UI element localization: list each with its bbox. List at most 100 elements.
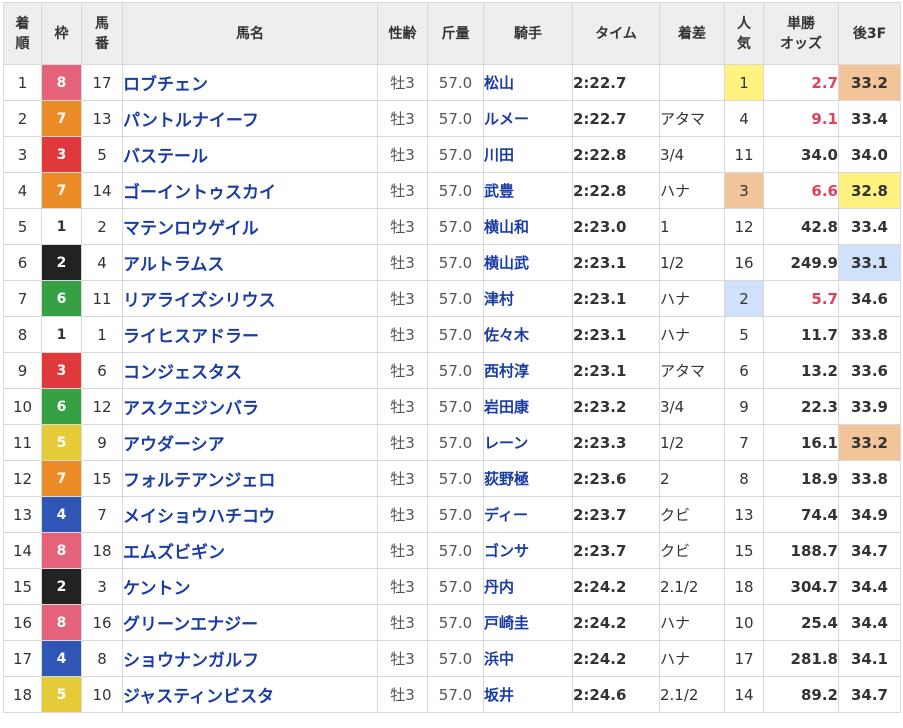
jockey-link[interactable]: 岩田康: [483, 388, 573, 425]
odds-cell: 2.7: [763, 64, 839, 101]
margin-cell: ハナ: [659, 316, 725, 353]
last3f-cell: 33.1: [838, 244, 901, 281]
jockey-link[interactable]: 西村淳: [483, 352, 573, 389]
waku-badge: 2: [41, 244, 82, 281]
header-odds-label: 単勝 オッズ: [780, 15, 822, 52]
weight-cell: 57.0: [427, 532, 484, 569]
header-popularity: 人 気: [724, 2, 764, 65]
horse-name-link[interactable]: アスクエジンバラ: [122, 388, 378, 425]
jockey-link[interactable]: 津村: [483, 280, 573, 317]
horse-name-link[interactable]: ケントン: [122, 568, 378, 605]
jockey-link[interactable]: 横山和: [483, 208, 573, 245]
popularity-cell: 9: [724, 388, 764, 425]
table-row: 5 1 2 マテンロウゲイル 牡3 57.0 横山和 2:23.0 1 12 42.8 33.4: [3, 208, 901, 245]
margin-cell: ハナ: [659, 604, 725, 641]
horse-name-link[interactable]: パントルナイーフ: [122, 100, 378, 137]
margin-cell: アタマ: [659, 352, 725, 389]
popularity-cell: 12: [724, 208, 764, 245]
sex-age-cell: 牡3: [377, 460, 428, 497]
margin-cell: 3/4: [659, 136, 725, 173]
jockey-link[interactable]: 川田: [483, 136, 573, 173]
sex-age-cell: 牡3: [377, 640, 428, 677]
header-margin: 着差: [659, 2, 725, 65]
horse-name-link[interactable]: ジャスティンビスタ: [122, 676, 378, 713]
last3f-cell: 34.4: [838, 604, 901, 641]
header-umaban-label: 馬 番: [95, 15, 109, 52]
header-weight-label: 斤量: [441, 25, 470, 42]
horse-name-link[interactable]: アルトラムス: [122, 244, 378, 281]
weight-cell: 57.0: [427, 568, 484, 605]
margin-cell: 2: [659, 460, 725, 497]
horse-name-link[interactable]: グリーンエナジー: [122, 604, 378, 641]
jockey-link[interactable]: ディー: [483, 496, 573, 533]
rank-cell: 5: [3, 208, 42, 245]
jockey-link[interactable]: 浜中: [483, 640, 573, 677]
weight-cell: 57.0: [427, 496, 484, 533]
horse-name-link[interactable]: エムズビギン: [122, 532, 378, 569]
popularity-cell: 13: [724, 496, 764, 533]
jockey-link[interactable]: 佐々木: [483, 316, 573, 353]
rank-cell: 10: [3, 388, 42, 425]
popularity-cell: 5: [724, 316, 764, 353]
jockey-link[interactable]: ルメー: [483, 100, 573, 137]
time-cell: 2:23.1: [572, 316, 660, 353]
margin-cell: 1/2: [659, 244, 725, 281]
horse-number-cell: 11: [81, 280, 123, 317]
last3f-cell: 34.6: [838, 280, 901, 317]
header-waku-label: 枠: [54, 25, 69, 42]
jockey-link[interactable]: 荻野極: [483, 460, 573, 497]
weight-cell: 57.0: [427, 316, 484, 353]
jockey-link[interactable]: 横山武: [483, 244, 573, 281]
jockey-link[interactable]: レーン: [483, 424, 573, 461]
odds-cell: 18.9: [763, 460, 839, 497]
horse-number-cell: 15: [81, 460, 123, 497]
table-row: 9 3 6 コンジェスタス 牡3 57.0 西村淳 2:23.1 アタマ 6 13.2 33.6: [3, 352, 901, 389]
weight-cell: 57.0: [427, 208, 484, 245]
horse-name-link[interactable]: ロブチェン: [122, 64, 378, 101]
jockey-link[interactable]: 松山: [483, 64, 573, 101]
jockey-link[interactable]: 戸崎圭: [483, 604, 573, 641]
odds-cell: 5.7: [763, 280, 839, 317]
popularity-cell: 1: [724, 64, 764, 101]
header-umaban: 馬 番: [81, 2, 123, 65]
horse-name-link[interactable]: メイショウハチコウ: [122, 496, 378, 533]
odds-cell: 9.1: [763, 100, 839, 137]
time-cell: 2:23.7: [572, 532, 660, 569]
horse-number-cell: 8: [81, 640, 123, 677]
table-header: 着 順 枠 馬 番 馬名 性齢 斤量 騎手 タイム 着差 人 気 単勝 オッズ …: [3, 2, 901, 65]
rank-cell: 6: [3, 244, 42, 281]
margin-cell: ハナ: [659, 172, 725, 209]
margin-cell: ハナ: [659, 640, 725, 677]
rank-cell: 4: [3, 172, 42, 209]
horse-name-link[interactable]: コンジェスタス: [122, 352, 378, 389]
margin-cell: 2.1/2: [659, 676, 725, 713]
horse-name-link[interactable]: マテンロウゲイル: [122, 208, 378, 245]
horse-name-link[interactable]: ゴーイントゥスカイ: [122, 172, 378, 209]
popularity-cell: 3: [724, 172, 764, 209]
time-cell: 2:24.2: [572, 568, 660, 605]
sex-age-cell: 牡3: [377, 316, 428, 353]
horse-name-link[interactable]: アウダーシア: [122, 424, 378, 461]
horse-name-link[interactable]: バステール: [122, 136, 378, 173]
popularity-cell: 10: [724, 604, 764, 641]
jockey-link[interactable]: 武豊: [483, 172, 573, 209]
header-horse-name: 馬名: [122, 2, 378, 65]
jockey-link[interactable]: 丹内: [483, 568, 573, 605]
table-row: 16 8 16 グリーンエナジー 牡3 57.0 戸崎圭 2:24.2 ハナ 10 25.4 34.4: [3, 604, 901, 641]
horse-name-link[interactable]: ライヒスアドラー: [122, 316, 378, 353]
table-row: 18 5 10 ジャスティンビスタ 牡3 57.0 坂井 2:24.6 2.1/2 14 89.2 3…: [3, 676, 901, 713]
horse-name-link[interactable]: フォルテアンジェロ: [122, 460, 378, 497]
horse-name-link[interactable]: リアライズシリウス: [122, 280, 378, 317]
sex-age-cell: 牡3: [377, 676, 428, 713]
margin-cell: アタマ: [659, 100, 725, 137]
jockey-link[interactable]: ゴンサ: [483, 532, 573, 569]
sex-age-cell: 牡3: [377, 64, 428, 101]
horse-number-cell: 14: [81, 172, 123, 209]
odds-cell: 42.8: [763, 208, 839, 245]
horse-name-link[interactable]: ショウナンガルフ: [122, 640, 378, 677]
header-last3f: 後3F: [838, 2, 901, 65]
sex-age-cell: 牡3: [377, 136, 428, 173]
header-last3f-label: 後3F: [852, 25, 887, 42]
jockey-link[interactable]: 坂井: [483, 676, 573, 713]
odds-cell: 6.6: [763, 172, 839, 209]
